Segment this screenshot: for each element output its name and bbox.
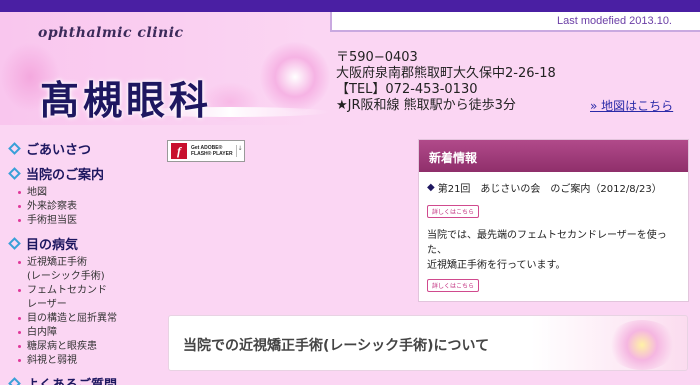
sidebar-item-myopia-surgery[interactable]: 近視矯正手術 (レーシック手術) — [18, 256, 160, 284]
diamond-bullet-icon — [8, 167, 21, 180]
sidebar-item-surgeons[interactable]: 手術担当医 — [18, 214, 160, 228]
news-item-hydrangea[interactable]: ◆ 第21回 あじさいの会 のご案内（2012/8/23） — [427, 180, 680, 195]
diamond-bullet-icon — [8, 237, 21, 250]
access-info: ★JR阪和線 熊取駅から徒歩3分 — [336, 98, 516, 113]
flash-badge-text: Get ADOBE® FLASH® PLAYER — [191, 145, 233, 157]
sidebar-section-clinic-guide[interactable]: 当院のご案内 — [8, 164, 160, 183]
sidebar-section-eye-diseases[interactable]: 目の病気 — [8, 234, 160, 253]
news-panel: 新着情報 ◆ 第21回 あじさいの会 のご案内（2012/8/23） 詳しくはこ… — [418, 139, 689, 302]
flower-decoration — [260, 42, 330, 112]
address-block: 〒590−0403 大阪府泉南郡熊取町大久保中2-26-18 【TEL】072-… — [336, 50, 556, 114]
last-modified-text: Last modefied 2013.10. — [557, 15, 672, 27]
diamond-bullet-icon — [8, 142, 21, 155]
telephone: 【TEL】072-453-0130 — [336, 82, 478, 97]
postal-code: 〒590−0403 — [336, 50, 418, 65]
lasik-banner-text: 当院での近視矯正手術(レーシック手術)について — [183, 338, 490, 354]
sidebar-item-schedule[interactable]: 外来診察表 — [18, 200, 160, 214]
sidebar-section-greeting[interactable]: ごあいさつ — [8, 139, 160, 158]
download-icon: ↓ — [235, 145, 244, 157]
details-button[interactable]: 詳しくはこちら — [427, 205, 480, 218]
street-address: 大阪府泉南郡熊取町大久保中2-26-18 — [336, 66, 556, 81]
sidebar-item-diabetes[interactable]: 糖尿病と眼疾患 — [18, 340, 160, 354]
sidebar-section-faq[interactable]: よくあるご質問 — [8, 374, 160, 385]
sidebar-item-femtosecond[interactable]: フェムトセカンド レーザー — [18, 284, 160, 312]
flash-logo-icon: f — [171, 143, 187, 159]
clinic-logo-title[interactable]: 髙槻眼科 — [40, 70, 212, 126]
sidebar-item-cataract[interactable]: 白内障 — [18, 326, 160, 340]
sidebar-item-map[interactable]: 地図 — [18, 186, 160, 200]
news-text: 当院では、最先端のフェムトセカンドレーザーを使った、 近視矯正手術を行っています… — [427, 230, 667, 271]
details-button-2[interactable]: 詳しくはこちら — [427, 279, 480, 292]
diamond-bullet-icon — [8, 377, 21, 385]
last-modified-bar: Last modefied 2013.10. — [330, 12, 700, 32]
sidebar-item-strabismus[interactable]: 斜視と弱視 — [18, 354, 160, 368]
news-title: 新着情報 — [419, 140, 688, 172]
triangle-bullet-icon: ◆ — [427, 182, 435, 193]
sidebar-nav: ごあいさつ 当院のご案内 地図 外来診察表 手術担当医 目の病気 近視矯正手術(… — [8, 139, 160, 385]
get-flash-player-badge[interactable]: f Get ADOBE® FLASH® PLAYER ↓ — [167, 140, 245, 162]
sidebar-item-eye-structure[interactable]: 目の構造と屈折異常 — [18, 312, 160, 326]
flower-decoration — [607, 320, 677, 370]
lasik-banner[interactable]: 当院での近視矯正手術(レーシック手術)について — [168, 315, 688, 371]
clinic-english-name: ophthalmic clinic — [38, 25, 184, 41]
eye-diseases-list: 近視矯正手術 (レーシック手術) フェムトセカンド レーザー 目の構造と屈折異常 白… — [18, 256, 160, 368]
map-link[interactable]: » 地図はこちら — [590, 97, 673, 114]
top-bar — [0, 0, 700, 12]
clinic-guide-list: 地図 外来診察表 手術担当医 — [18, 186, 160, 228]
